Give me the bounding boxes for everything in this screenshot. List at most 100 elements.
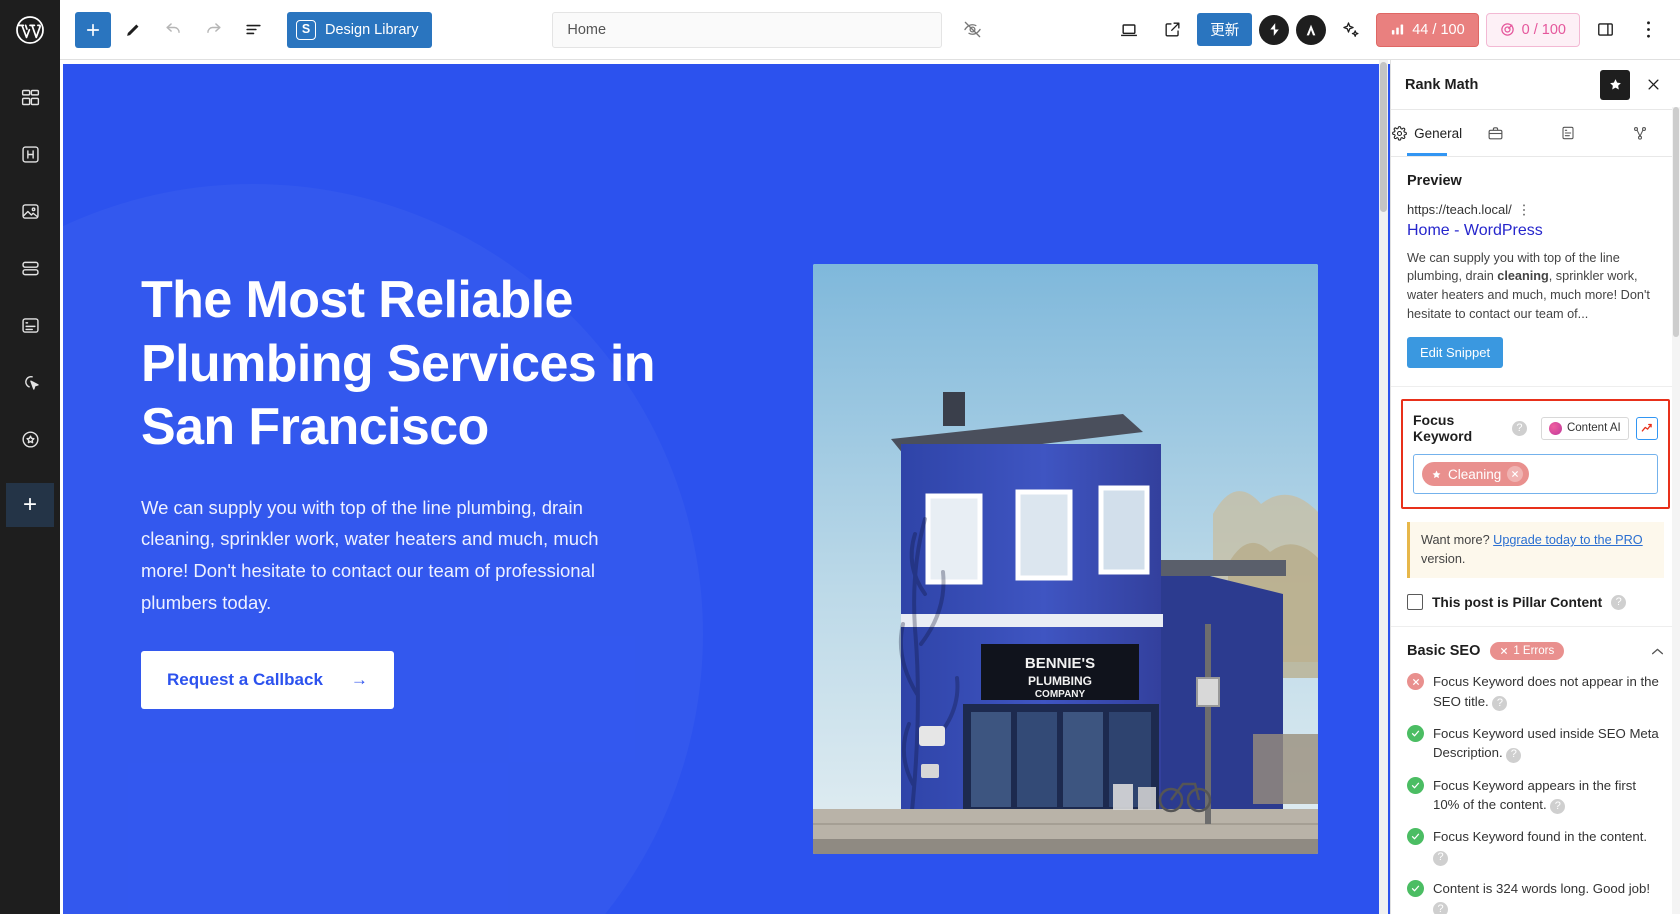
design-library-button[interactable]: S Design Library xyxy=(287,11,432,48)
rank-math-panel: Rank Math General Preview https://teach.… xyxy=(1390,60,1680,914)
laptop-icon[interactable] xyxy=(1111,12,1147,48)
focus-keyword-input[interactable]: Cleaning xyxy=(1413,454,1658,495)
help-circle-icon[interactable]: ? xyxy=(1506,747,1522,763)
kebab-menu-icon[interactable] xyxy=(1522,203,1526,217)
seo-score-badge[interactable]: 44 / 100 xyxy=(1376,12,1479,47)
content-ai-label: Content AI xyxy=(1566,422,1621,435)
help-circle-icon[interactable]: ? xyxy=(1433,902,1448,914)
preview-title[interactable]: Home - WordPress xyxy=(1407,220,1664,242)
list-item: Focus Keyword found in the content. ? xyxy=(1407,827,1664,866)
eye-off-icon[interactable] xyxy=(954,12,990,48)
focus-keyword-label: Focus Keyword xyxy=(1413,412,1473,445)
page-title: The Most Reliable Plumbing Services in S… xyxy=(141,271,656,457)
chevron-up-icon[interactable] xyxy=(1651,647,1664,656)
upgrade-pro-link[interactable]: Upgrade today to the PRO xyxy=(1493,533,1643,547)
tab-links[interactable] xyxy=(1608,110,1680,156)
social-share-icon xyxy=(1632,125,1648,141)
preview-description-keyword: cleaning xyxy=(1497,269,1549,284)
help-circle-icon[interactable]: ? xyxy=(1550,799,1566,815)
star-icon[interactable] xyxy=(1600,69,1630,100)
cta-label: Request a Callback xyxy=(167,669,323,689)
post-title-input[interactable]: Home xyxy=(552,11,943,48)
content-ai-button[interactable]: Content AI xyxy=(1540,416,1629,440)
basic-seo-title: Basic SEO xyxy=(1407,643,1481,660)
pillar-content-row: This post is Pillar Content ? xyxy=(1391,578,1680,628)
focus-keyword-chip[interactable]: Cleaning xyxy=(1422,462,1530,487)
briefcase-icon xyxy=(1487,125,1504,142)
add-block-button[interactable] xyxy=(75,11,111,48)
pillar-content-checkbox[interactable] xyxy=(1407,594,1423,611)
success-check-icon xyxy=(1407,724,1424,742)
pillar-content-label: This post is Pillar Content xyxy=(1432,594,1603,610)
hero-paragraph: We can supply you with top of the line p… xyxy=(141,496,599,613)
heading-h-icon[interactable] xyxy=(11,135,49,173)
close-icon[interactable] xyxy=(1638,70,1668,100)
content-ai-score-value: 0 / 100 xyxy=(1521,21,1566,38)
trend-up-icon[interactable] xyxy=(1635,416,1658,440)
update-button[interactable]: 更新 xyxy=(1197,13,1253,46)
schema-document-icon xyxy=(1560,125,1576,141)
seo-score-value: 44 / 100 xyxy=(1412,21,1465,38)
success-check-icon xyxy=(1407,879,1424,897)
list-item: Content is 324 words long. Good job! ? xyxy=(1407,879,1664,914)
kebab-menu-icon[interactable] xyxy=(1630,12,1666,48)
canvas-scroll-thumb[interactable] xyxy=(1380,62,1387,212)
wordpress-logo-icon[interactable] xyxy=(0,0,60,60)
svg-text:COMPANY: COMPANY xyxy=(1035,689,1086,700)
sidebar-panel-icon[interactable] xyxy=(1587,12,1623,48)
panel-scroll-thumb[interactable] xyxy=(1673,107,1679,337)
errors-badge-label: 1 Errors xyxy=(1513,645,1555,658)
star-circle-icon[interactable] xyxy=(11,420,49,458)
tab-social[interactable] xyxy=(1463,110,1535,156)
cursor-click-icon[interactable] xyxy=(11,363,49,401)
gear-icon xyxy=(1392,125,1407,141)
focus-keyword-value: Cleaning xyxy=(1448,466,1502,482)
list-item: Focus Keyword does not appear in the SEO… xyxy=(1407,672,1664,711)
toolbar-right-group: 更新 44 / 100 0 / 100 xyxy=(1111,12,1680,48)
canvas-scrollbar[interactable] xyxy=(1379,60,1388,914)
layout-blocks-icon[interactable] xyxy=(11,78,49,116)
help-circle-icon[interactable]: ? xyxy=(1611,594,1627,610)
stacked-rows-icon[interactable] xyxy=(11,249,49,287)
tab-schema[interactable] xyxy=(1536,110,1608,156)
jetpack-icon[interactable] xyxy=(1259,14,1290,45)
edit-snippet-button[interactable]: Edit Snippet xyxy=(1407,337,1504,369)
undo-button[interactable] xyxy=(155,12,191,48)
help-circle-icon[interactable]: ? xyxy=(1511,420,1527,436)
panel-scrollbar[interactable] xyxy=(1672,107,1680,914)
check-item-text: Focus Keyword found in the content. xyxy=(1433,829,1648,845)
design-library-label: Design Library xyxy=(325,21,419,38)
remove-x-icon[interactable] xyxy=(1507,466,1524,483)
errors-badge: 1 Errors xyxy=(1490,642,1565,661)
upsell-prefix: Want more? xyxy=(1421,533,1494,548)
editor-toolbar: S Design Library Home 更新 44 / 100 0 / 10… xyxy=(0,0,1680,60)
upsell-suffix: version. xyxy=(1421,552,1466,567)
form-card-icon[interactable] xyxy=(11,306,49,344)
rank-math-header: Rank Math xyxy=(1391,60,1680,110)
content-ai-icon xyxy=(1500,22,1515,37)
list-view-icon[interactable] xyxy=(235,12,271,48)
help-circle-icon[interactable]: ? xyxy=(1433,850,1448,866)
image-icon[interactable] xyxy=(11,192,49,230)
tab-general[interactable]: General xyxy=(1391,110,1463,156)
basic-seo-header[interactable]: Basic SEO 1 Errors xyxy=(1391,627,1680,666)
content-ai-score-badge[interactable]: 0 / 100 xyxy=(1485,12,1580,47)
external-link-icon[interactable] xyxy=(1154,12,1190,48)
success-check-icon xyxy=(1407,776,1424,794)
svg-text:BENNIE'S: BENNIE'S xyxy=(1025,655,1095,672)
edit-tool-button[interactable] xyxy=(115,12,151,48)
hero-image-container[interactable]: BENNIE'S PLUMBING COMPANY xyxy=(813,264,1318,854)
request-callback-button[interactable]: Request a Callback → xyxy=(141,650,394,709)
sparkles-icon[interactable] xyxy=(1333,12,1369,48)
tab-general-label: General xyxy=(1414,125,1463,141)
redo-button[interactable] xyxy=(195,12,231,48)
add-element-button[interactable]: + xyxy=(6,483,54,527)
check-item-text: Focus Keyword appears in the first 10% o… xyxy=(1433,777,1637,812)
pro-upsell-notice: Want more? Upgrade today to the PRO vers… xyxy=(1407,522,1664,579)
design-library-badge: S xyxy=(296,19,316,40)
rank-math-tabs: General xyxy=(1391,110,1680,157)
help-circle-icon[interactable]: ? xyxy=(1492,695,1508,711)
arrow-right-icon: → xyxy=(350,669,368,689)
star-icon xyxy=(1431,469,1442,480)
astra-icon[interactable] xyxy=(1296,14,1327,45)
